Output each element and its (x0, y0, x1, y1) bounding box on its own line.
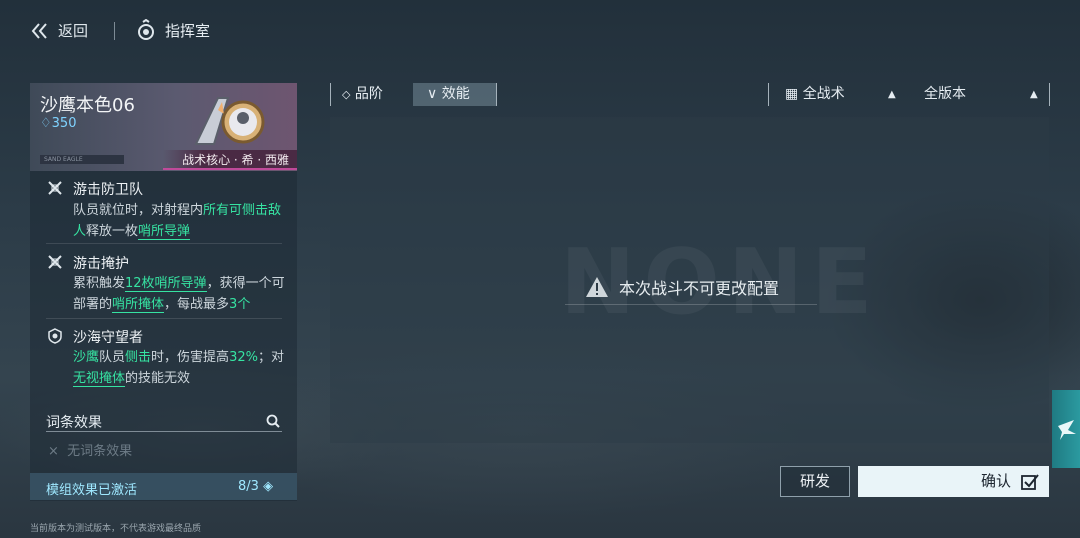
back-button[interactable]: 返回 (30, 20, 88, 41)
modifier-title: 词条效果 (46, 415, 102, 431)
modifier-underline (46, 431, 282, 432)
filter-divider (330, 83, 331, 106)
card-tag: 战术核心 · 希 · 西雅 (163, 150, 297, 170)
gem-icon: ◈ (263, 479, 274, 494)
cost-icon: ♢ (40, 116, 52, 131)
grid-icon: ▦ (785, 86, 799, 102)
diamond-icon: ◇ (342, 88, 351, 101)
skill-divider (46, 318, 282, 319)
bird-icon (1058, 420, 1076, 440)
command-room-icon (138, 19, 154, 40)
search-icon[interactable] (266, 413, 280, 432)
chevron-down-icon: ∨ (427, 86, 438, 102)
skill-title: 游击防卫队 (73, 182, 143, 198)
notice-text: 本次战斗不可更改配置 (619, 279, 780, 298)
top-divider (114, 22, 115, 40)
triangle-up-icon[interactable]: ▲ (888, 83, 896, 106)
tactic-filter[interactable]: ▦ 全战术 (785, 83, 845, 106)
command-room-title: 指挥室 (135, 19, 210, 41)
skill-desc: 队员就位时，对射程内所有可侧击敌人释放一枚哨所导弹 (73, 203, 282, 240)
module-count: 8/3 ◈ (238, 479, 274, 494)
skill-icon (47, 180, 63, 200)
notice: 本次战斗不可更改配置 (585, 275, 779, 299)
no-modifier-text: × 无词条效果 (48, 444, 133, 459)
filter-divider (496, 83, 497, 106)
tab-rank[interactable]: ◇ 品阶 (342, 83, 383, 106)
develop-button[interactable]: 研发 (780, 466, 850, 497)
warning-icon (586, 277, 608, 297)
skill-icon (47, 254, 63, 274)
skill-title: 游击掩护 (73, 256, 129, 272)
back-label: 返回 (58, 22, 89, 40)
triangle-up-icon[interactable]: ▲ (1030, 83, 1038, 106)
footnote: 当前版本为测试版本，不代表游戏最终品质 (30, 524, 202, 534)
version-filter[interactable]: 全版本 (924, 83, 966, 106)
filter-divider (768, 83, 769, 106)
filter-divider (1049, 83, 1050, 106)
module-active-label: 模组效果已激活 (46, 483, 138, 498)
checkbox-icon (1021, 473, 1039, 495)
skill-desc: 沙鹰队员侧击时，伤害提高32%；对无视掩体的技能无效 (73, 350, 284, 387)
card-cost: ♢350 (40, 116, 77, 131)
room-label: 指挥室 (165, 21, 211, 40)
card-plate: SAND EAGLE (40, 155, 124, 164)
tab-effect[interactable]: ∨ 效能 (413, 83, 496, 106)
close-icon: × (48, 444, 59, 459)
side-panel-tab[interactable] (1052, 390, 1080, 468)
skill-divider (46, 243, 282, 244)
card-emblem-icon (188, 92, 268, 154)
shield-icon (47, 328, 63, 348)
skill-title: 沙海守望者 (73, 330, 143, 346)
skill-desc: 累积触发12枚哨所导弹，获得一个可部署的哨所掩体，每战最多3个 (73, 276, 285, 313)
double-chevron-left-icon (31, 22, 47, 39)
notice-underline (565, 304, 817, 305)
card-name: 沙鹰本色06 (40, 95, 135, 116)
